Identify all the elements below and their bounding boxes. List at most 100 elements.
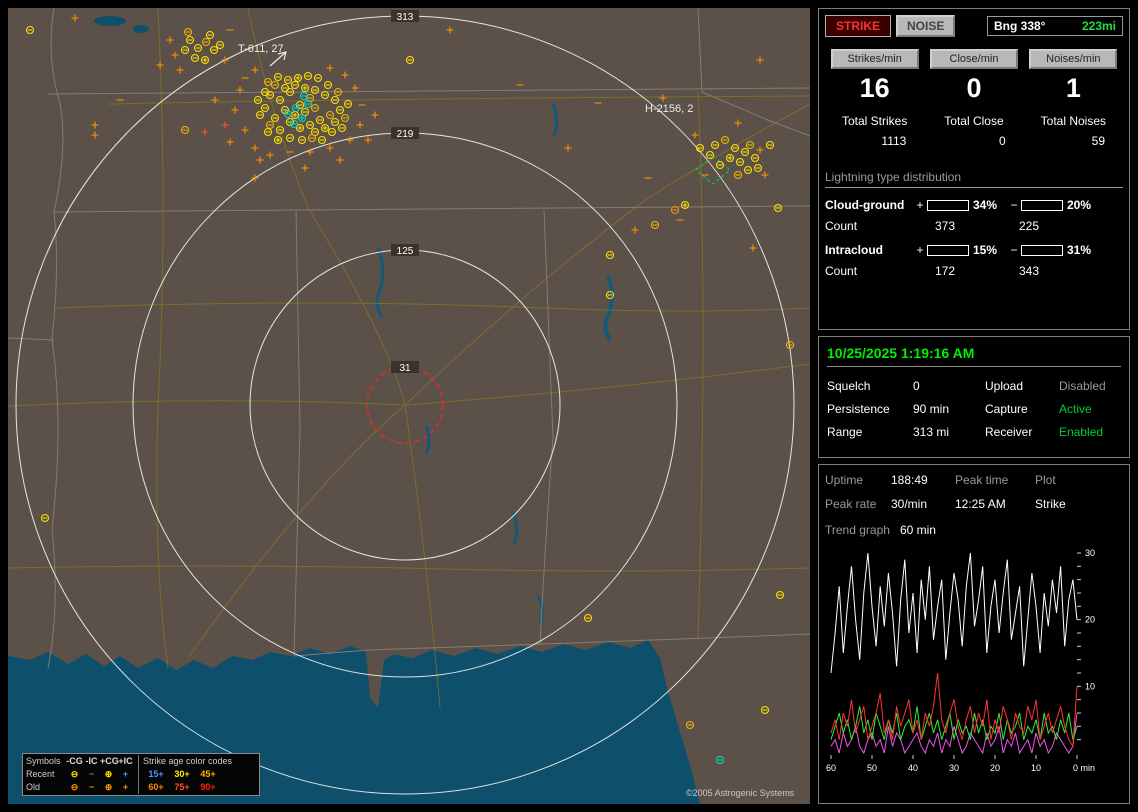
plot-value: Strike [1035,497,1066,511]
minus-sign: − [1010,198,1018,212]
system-status-panel: 10/25/2025 1:19:16 AM Squelch 0 Upload D… [818,336,1130,458]
recent-ic-neg-icon: − [88,769,95,779]
legend-age-title: Strike age color codes [143,756,233,766]
storm-cell-label: T-611, 27 [238,43,284,55]
legend-recent-label: Recent [26,769,55,779]
legend-symbols-title: Symbols [26,756,61,766]
svg-text:313: 313 [397,12,414,23]
total-strikes-label: Total Strikes [841,114,908,128]
x-tick-label: 20 [990,763,1000,773]
map-canvas[interactable]: 313 219 125 31 T-611, 27 H-2156, 2 [8,8,810,804]
total-strikes-value: 1113 [881,134,907,148]
ic-plus-count: 172 [935,264,956,278]
age-75: 75+ [174,782,190,792]
old-cg-pos-icon: ⊕ [104,782,113,792]
strikes-per-min-button[interactable]: Strikes/min [830,49,919,69]
total-close-label: Total Close [944,114,1004,128]
legend-col-+ic: +IC [118,756,133,766]
old-ic-neg-icon: − [88,782,95,792]
cg-minus-count: 225 [1019,219,1040,233]
ic-plus-bar [927,244,969,256]
close-per-min-value: 0 [966,73,982,103]
noises-per-min-button[interactable]: Noises/min [1029,49,1118,69]
intracloud-count-row: Count 172 343 [825,264,1123,278]
strikes-per-min-value: 16 [859,73,890,103]
range-label: Range [827,425,863,439]
bearing-distance: 223mi [1081,19,1116,33]
noise-button[interactable]: NOISE [896,15,956,37]
cg-plus-pct: 34% [973,198,998,212]
svg-text:125: 125 [397,246,414,257]
peak-time-label: Peak time [955,473,1009,487]
uptime-value: 188:49 [891,473,928,487]
persistence-label: Persistence [827,402,890,416]
trend-graph-value: 60 min [899,523,936,537]
noises-per-min-value: 1 [1065,73,1081,103]
y-tick-label: 10 [1085,681,1095,691]
minus-sign: − [1010,243,1018,257]
recent-cg-neg-icon: ⊖ [70,769,79,779]
total-noises-label: Total Noises [1040,114,1107,128]
cloud-ground-count-row: Count 373 225 [825,219,1123,233]
legend-header-row: Symbols -CG -IC +CG +IC Strike age color… [26,755,256,768]
symbols-legend: Symbols -CG -IC +CG +IC Strike age color… [22,753,260,796]
storm-cell-label: H-2156, 2 [645,103,693,115]
series-noises [830,712,1078,755]
age-90: 90+ [200,782,216,792]
range-ring-label: 219 [391,127,419,140]
ic-minus-bar [1021,244,1063,256]
receiver-label: Receiver [985,425,1033,439]
x-tick-label: 0 min [1073,763,1095,773]
total-noises-value: 59 [1091,134,1105,148]
upload-value: Disabled [1059,379,1106,393]
count-label: Count [825,219,858,233]
recent-ic-pos-icon: + [122,769,129,779]
old-cg-neg-icon: ⊖ [70,782,79,792]
series-total-strikes [830,552,1078,674]
y-tick-label: 30 [1085,548,1095,558]
legend-col--ic: -IC [85,756,98,766]
cg-minus-pct: 20% [1067,198,1092,212]
legend-col-+cg: +CG [100,756,119,766]
squelch-label: Squelch [827,379,871,393]
cloud-ground-label: Cloud-ground [825,198,905,212]
squelch-value: 0 [913,379,920,393]
svg-text:219: 219 [397,129,414,140]
plus-sign: + [916,243,924,257]
lightning-map[interactable]: 313 219 125 31 T-611, 27 H-2156, 2 Symbols -… [8,8,810,804]
legend-divider [138,755,139,768]
cg-minus-bar [1021,199,1063,211]
plus-sign: + [916,198,924,212]
age-30: 30+ [174,769,190,779]
series-cloud-ground [830,672,1078,748]
recent-cg-pos-icon: ⊕ [104,769,113,779]
x-tick-label: 30 [949,763,959,773]
x-tick-label: 60 [826,763,836,773]
ic-minus-pct: 31% [1067,243,1092,257]
range-value: 313 mi [913,425,950,439]
y-tick-label: 20 [1085,615,1095,625]
x-tick-label: 10 [1031,763,1041,773]
strike-button[interactable]: STRIKE [825,15,892,37]
x-tick-label: 50 [867,763,877,773]
copyright-text: ©2005 Astrogenic Systems [686,788,795,798]
trend-graph-label: Trend graph [825,523,890,537]
peak-time-value: 12:25 AM [955,497,1006,511]
persistence-value: 90 min [913,402,950,416]
capture-value: Active [1059,402,1092,416]
series-intracloud [830,706,1078,740]
receiver-value: Enabled [1059,425,1104,439]
ic-plus-pct: 15% [973,243,998,257]
upload-label: Upload [985,379,1024,393]
total-close-value: 0 [998,134,1006,148]
cg-plus-bar [927,199,969,211]
lake [94,16,126,26]
distribution-title: Lightning type distribution [825,170,1123,188]
close-per-min-button[interactable]: Close/min [929,49,1018,69]
x-tick-label: 40 [908,763,918,773]
trend-panel: Uptime 188:49 Peak time Plot Peak rate 3… [818,464,1130,804]
age-15: 15+ [148,769,164,779]
peak-rate-value: 30/min [891,497,928,511]
cloud-ground-row: Cloud-ground + 34% − 20% [825,198,1123,212]
legend-col--cg: -CG [66,756,83,766]
